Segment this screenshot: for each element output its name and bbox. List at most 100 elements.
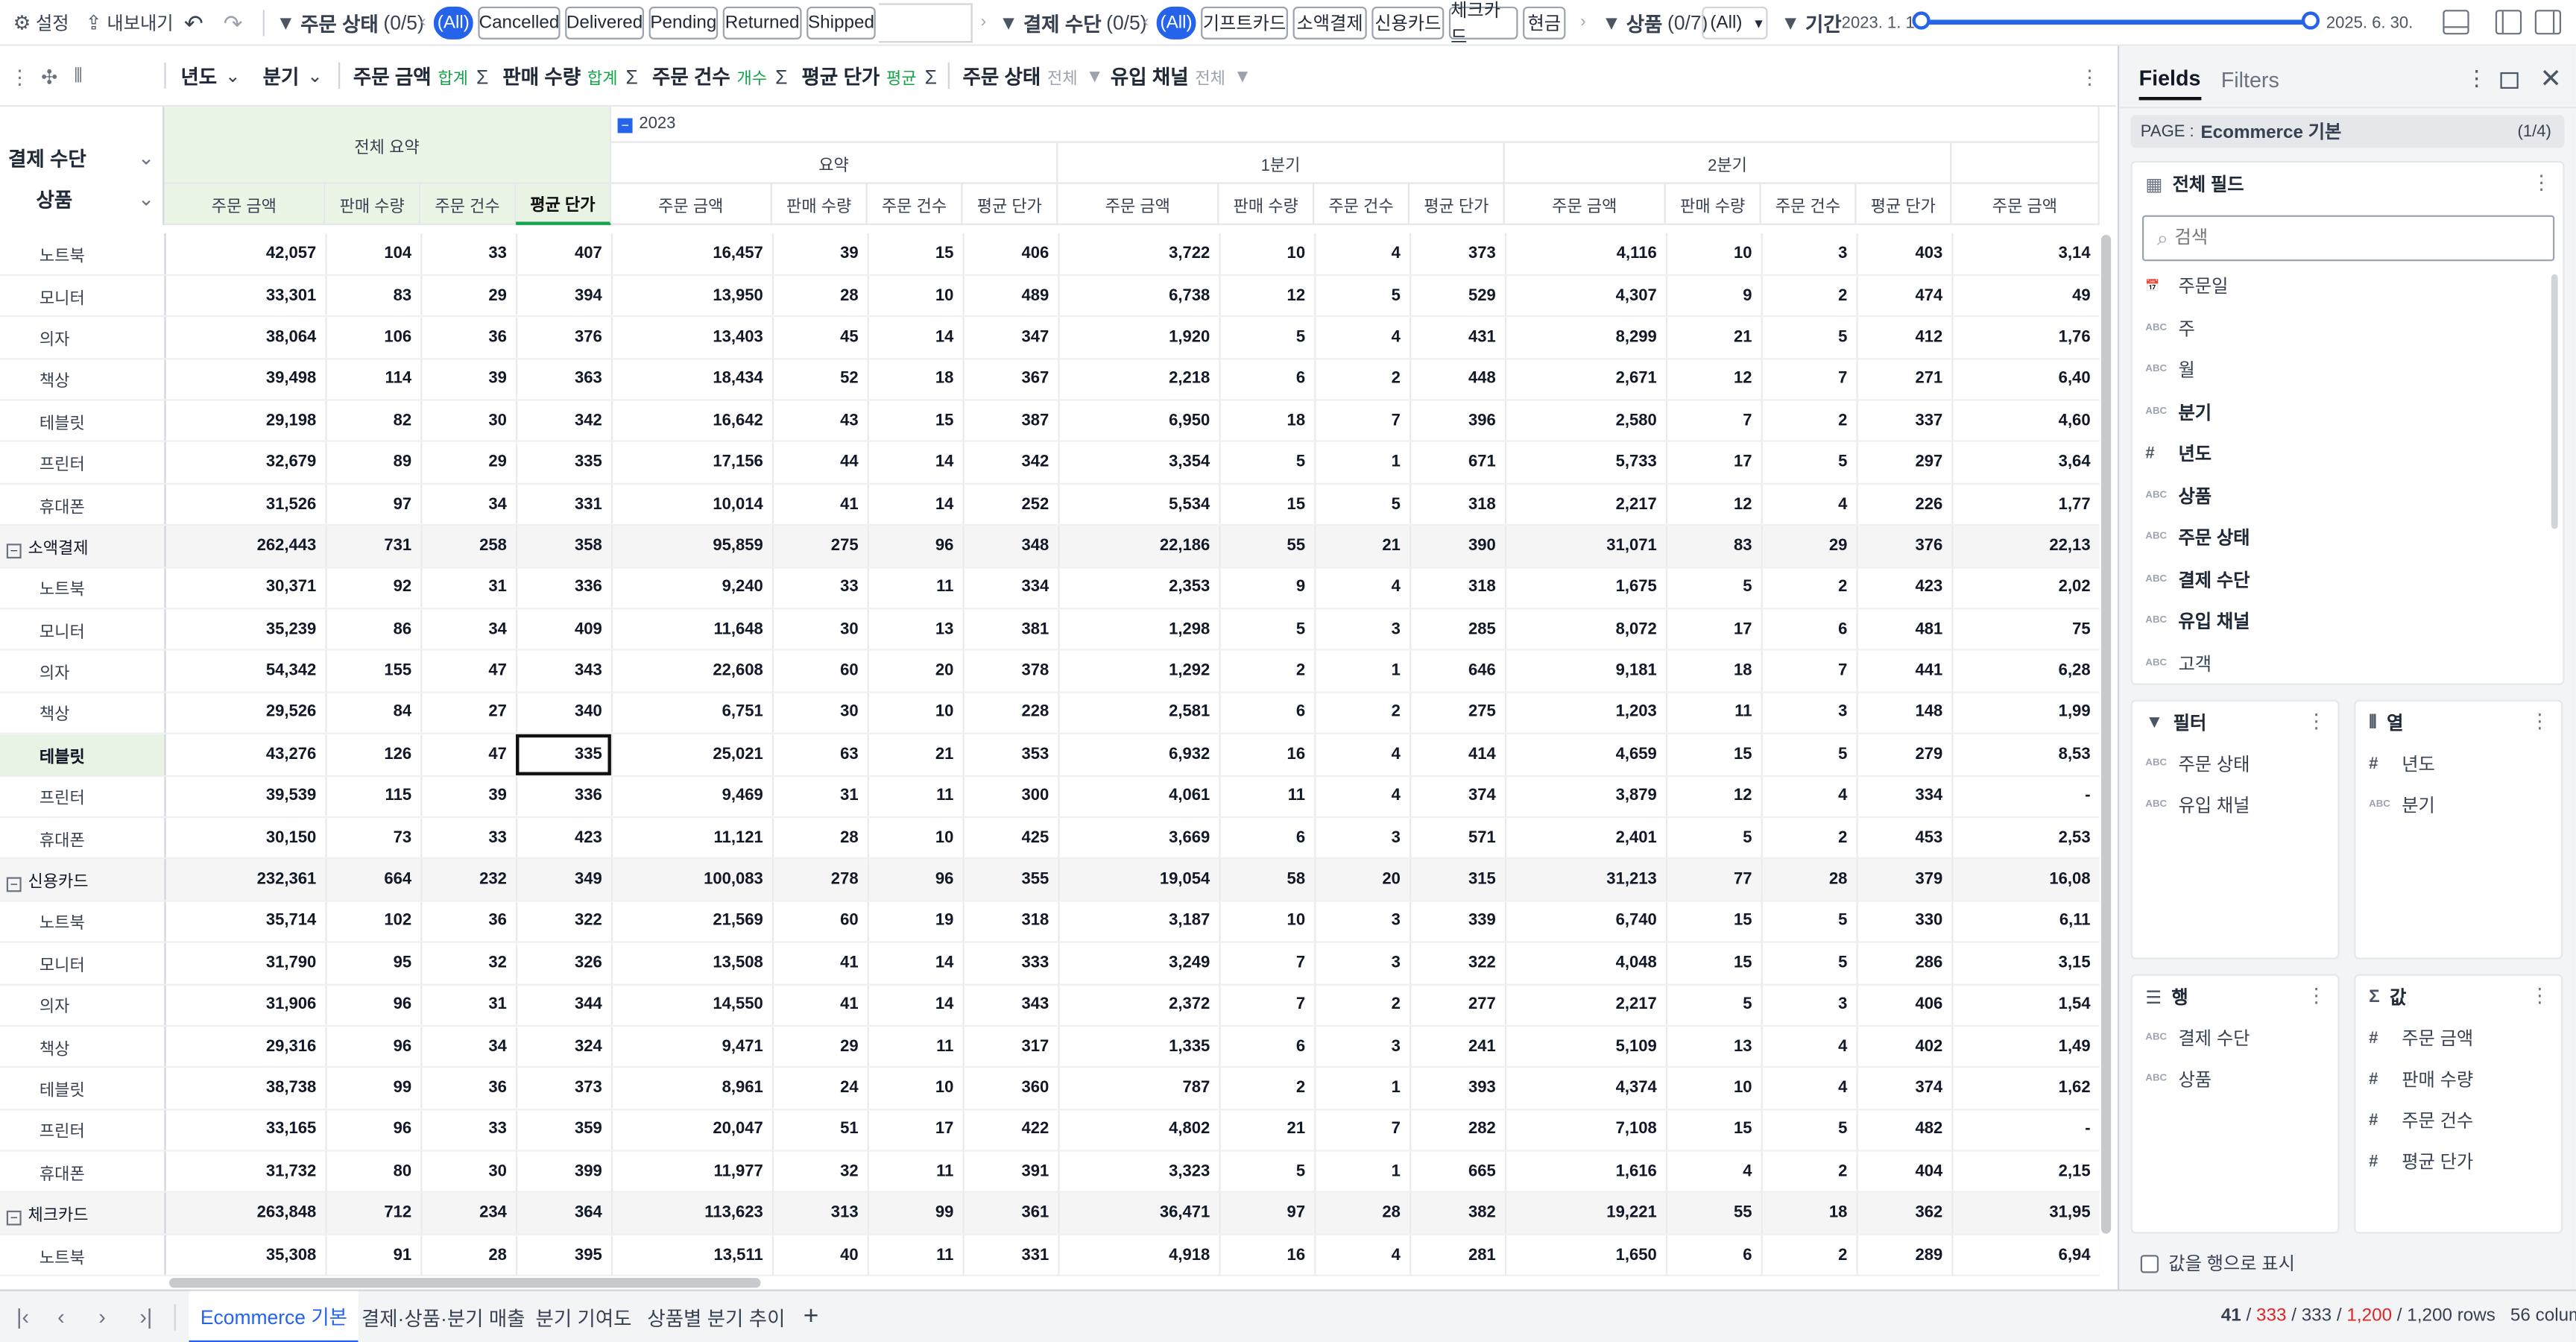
value-cell[interactable]: 29,198: [164, 400, 326, 443]
value-cell[interactable]: 318: [1409, 567, 1506, 610]
value-cell[interactable]: 5: [1761, 1109, 1857, 1152]
value-cell[interactable]: 31,213: [1504, 858, 1667, 902]
row-field-payment[interactable]: 결제 수단 ⌄: [8, 139, 161, 175]
value-cell[interactable]: 12: [1665, 358, 1762, 401]
value-cell[interactable]: 31,95: [1951, 1192, 2100, 1235]
payment-option-all[interactable]: (All): [1156, 6, 1196, 40]
value-cell[interactable]: 13: [867, 608, 964, 652]
value-cell[interactable]: 2: [1219, 650, 1316, 693]
value-cell[interactable]: 19,054: [1058, 858, 1220, 902]
value-cell[interactable]: 28: [420, 1234, 517, 1276]
value-cell[interactable]: 2: [1314, 692, 1411, 735]
value-cell[interactable]: 97: [325, 483, 422, 526]
value-cell[interactable]: 4,659: [1504, 734, 1667, 777]
value-cell[interactable]: 349: [516, 858, 612, 902]
value-cell[interactable]: 277: [1409, 983, 1506, 1027]
value-cell[interactable]: 4: [1314, 233, 1411, 276]
row-label[interactable]: 책상: [0, 1025, 165, 1068]
value-cell[interactable]: 32: [771, 1150, 868, 1194]
value-cell[interactable]: 39: [420, 775, 517, 819]
value-cell[interactable]: 313: [771, 1192, 868, 1235]
value-cell[interactable]: 282: [1409, 1109, 1506, 1152]
value-cell[interactable]: 5: [1314, 483, 1411, 526]
value-cell[interactable]: 5: [1761, 942, 1857, 985]
value-cell[interactable]: 300: [962, 775, 1059, 819]
value-cell[interactable]: 2: [1761, 400, 1857, 443]
value-cell[interactable]: 31,790: [164, 942, 326, 985]
value-cell[interactable]: 2: [1761, 1150, 1857, 1194]
value-cell[interactable]: 9,469: [610, 775, 773, 819]
value-cell[interactable]: 7: [1219, 942, 1316, 985]
value-cell[interactable]: 334: [1856, 775, 1953, 819]
value-cell[interactable]: 1,99: [1951, 692, 2100, 735]
value-cell[interactable]: 31,071: [1504, 525, 1667, 568]
value-cell[interactable]: 30,150: [164, 817, 326, 860]
column-zone-item[interactable]: ABC 분기: [2369, 785, 2435, 825]
measure-header[interactable]: 판매 수량: [771, 183, 868, 225]
order-status-option-cancelled[interactable]: Cancelled: [478, 6, 561, 40]
value-cell[interactable]: 11: [1219, 775, 1316, 819]
value-cell[interactable]: 1,49: [1951, 1025, 2100, 1068]
value-cell[interactable]: 39,498: [164, 358, 326, 401]
value-cell[interactable]: 1,54: [1951, 983, 2100, 1027]
value-cell[interactable]: 45: [771, 316, 868, 359]
more-vertical-icon[interactable]: ⋮: [2306, 984, 2326, 1007]
value-cell[interactable]: 10: [1665, 1067, 1762, 1110]
sheet-tab-ecommerce-basic[interactable]: Ecommerce 기본: [189, 1291, 359, 1342]
row-label[interactable]: 책상: [0, 358, 165, 401]
value-cell[interactable]: 43: [771, 400, 868, 443]
value-cell[interactable]: 33: [420, 1109, 517, 1152]
value-cell[interactable]: 402: [1856, 1025, 1953, 1068]
row-label[interactable]: − 신용카드: [0, 858, 165, 902]
value-cell[interactable]: 39: [420, 358, 517, 401]
value-cell[interactable]: 390: [1409, 525, 1506, 568]
measure-header[interactable]: 평균 단가: [962, 183, 1058, 225]
value-cell[interactable]: 17,156: [610, 441, 773, 485]
value-cell[interactable]: 3,879: [1504, 775, 1667, 819]
value-cell[interactable]: 155: [325, 650, 422, 693]
value-cell[interactable]: 281: [1409, 1234, 1506, 1276]
value-cell[interactable]: 6,28: [1951, 650, 2100, 693]
value-cell[interactable]: 258: [420, 525, 517, 568]
value-cell[interactable]: 406: [962, 233, 1059, 276]
value-cell[interactable]: 2: [1761, 817, 1857, 860]
value-cell[interactable]: 5: [1665, 983, 1762, 1027]
next-page-icon[interactable]: ›: [98, 1304, 106, 1329]
value-cell[interactable]: 5: [1219, 441, 1316, 485]
value-cell[interactable]: 18: [867, 358, 964, 401]
value-cell[interactable]: 431: [1409, 316, 1506, 359]
value-cell[interactable]: 30: [420, 1150, 517, 1194]
value-cell[interactable]: 382: [1409, 1192, 1506, 1235]
value-cell[interactable]: 3,64: [1951, 441, 2100, 485]
horizontal-scrollbar[interactable]: [169, 1278, 761, 1288]
field-item[interactable]: ABC 고객: [2145, 643, 2212, 683]
value-cell[interactable]: 29,316: [164, 1025, 326, 1068]
product-select[interactable]: (All) ▼: [1702, 6, 1768, 40]
value-cell[interactable]: 5: [1761, 441, 1857, 485]
value-cell[interactable]: 4: [1314, 567, 1411, 610]
value-cell[interactable]: 36: [420, 1067, 517, 1110]
value-cell[interactable]: 4,116: [1504, 233, 1667, 276]
filter-zone-item[interactable]: ABC 유입 채널: [2145, 785, 2250, 825]
value-cell[interactable]: 278: [771, 858, 868, 902]
value-cell[interactable]: 11: [1665, 692, 1762, 735]
value-cell[interactable]: 7: [1314, 1109, 1411, 1152]
value-cell[interactable]: 83: [1665, 525, 1762, 568]
value-cell[interactable]: 33: [420, 817, 517, 860]
product-filter[interactable]: ▼ 상품 (0/7): [1602, 0, 1708, 46]
value-cell[interactable]: 47: [420, 650, 517, 693]
add-sheet-button[interactable]: +: [804, 1291, 819, 1342]
row-label[interactable]: 노트북: [0, 900, 165, 943]
first-page-icon[interactable]: |‹: [16, 1304, 29, 1329]
measure-header[interactable]: 주문 금액: [1504, 183, 1666, 225]
value-cell[interactable]: 38,064: [164, 316, 326, 359]
value-cell[interactable]: 2,217: [1504, 483, 1667, 526]
value-cell[interactable]: 404: [1856, 1150, 1953, 1194]
value-cell[interactable]: 448: [1409, 358, 1506, 401]
value-cell[interactable]: 20,047: [610, 1109, 773, 1152]
last-page-icon[interactable]: ›|: [139, 1304, 152, 1329]
field-search[interactable]: ⌕: [2142, 215, 2555, 262]
value-cell[interactable]: 28: [771, 817, 868, 860]
value-cell[interactable]: 1,292: [1058, 650, 1220, 693]
field-item[interactable]: ABC 주문 상태: [2145, 517, 2250, 557]
